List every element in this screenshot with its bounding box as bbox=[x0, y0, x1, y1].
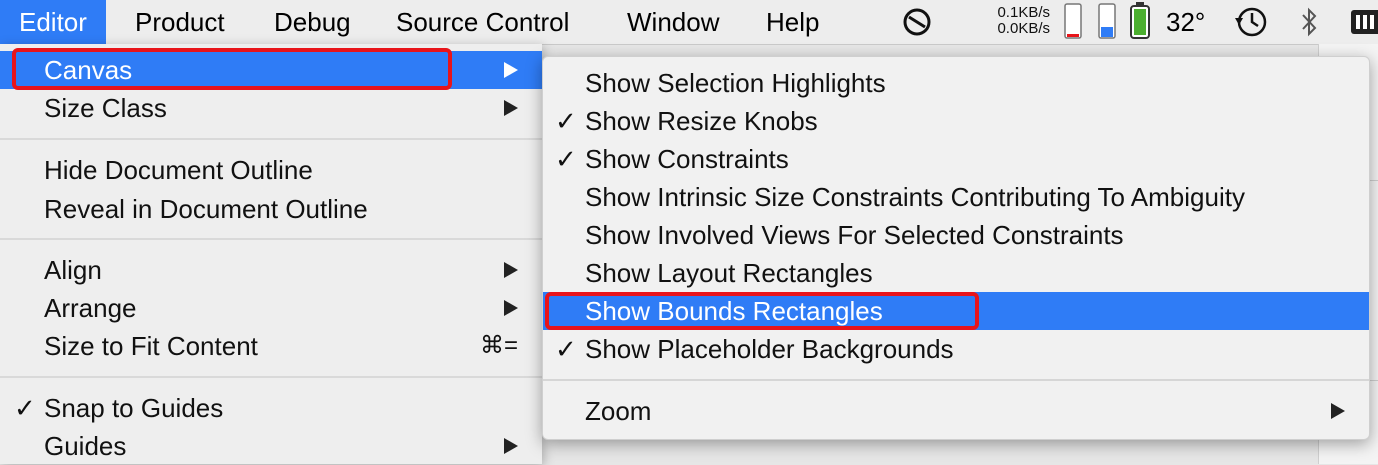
bluetooth-icon[interactable] bbox=[1294, 0, 1324, 44]
net-down-value: 0.0KB/s bbox=[997, 20, 1050, 37]
checkmark-icon: ✓ bbox=[555, 334, 577, 364]
menu-item-label: Show Placeholder Backgrounds bbox=[585, 334, 954, 364]
menu-item-label: Snap to Guides bbox=[44, 393, 224, 423]
menu-item-show-involved-views[interactable]: Show Involved Views For Selected Constra… bbox=[543, 216, 1369, 254]
menu-item-label: Show Resize Knobs bbox=[585, 106, 818, 136]
menu-item-show-constraints[interactable]: ✓ Show Constraints bbox=[543, 140, 1369, 178]
menubar-window[interactable]: Window bbox=[627, 0, 719, 44]
menu-item-label: Guides bbox=[44, 431, 127, 461]
canvas-submenu: Show Selection Highlights ✓ Show Resize … bbox=[542, 56, 1370, 440]
network-speed[interactable]: 0.1KB/s 0.0KB/s bbox=[978, 5, 1050, 37]
menu-item-size-class[interactable]: Size Class bbox=[0, 89, 542, 127]
menu-item-size-to-fit-content[interactable]: Size to Fit Content ⌘= bbox=[0, 327, 542, 365]
menubar-debug[interactable]: Debug bbox=[274, 0, 351, 44]
menu-separator bbox=[0, 376, 542, 378]
submenu-arrow-icon bbox=[504, 62, 518, 78]
shortcut-label: ⌘= bbox=[479, 332, 518, 359]
menu-item-label: Reveal in Document Outline bbox=[44, 194, 368, 224]
editor-menu: Canvas Size Class Hide Document Outline … bbox=[0, 44, 542, 464]
submenu-arrow-icon bbox=[1331, 403, 1345, 419]
submenu-arrow-icon bbox=[504, 438, 518, 454]
battery-icon[interactable] bbox=[1128, 0, 1152, 44]
menu-item-show-placeholder-backgrounds[interactable]: ✓ Show Placeholder Backgrounds bbox=[543, 330, 1369, 368]
time-machine-icon[interactable] bbox=[1232, 0, 1270, 44]
menu-item-label: Size Class bbox=[44, 93, 167, 123]
menu-item-show-resize-knobs[interactable]: ✓ Show Resize Knobs bbox=[543, 102, 1369, 140]
keyboard-icon[interactable] bbox=[1348, 0, 1378, 44]
submenu-arrow-icon bbox=[504, 300, 518, 316]
menu-item-show-intrinsic-size-constraints[interactable]: Show Intrinsic Size Constraints Contribu… bbox=[543, 178, 1369, 216]
menu-item-align[interactable]: Align bbox=[0, 251, 542, 289]
cpu-gauge-icon[interactable] bbox=[1096, 0, 1120, 44]
memory-gauge-icon[interactable] bbox=[1062, 0, 1086, 44]
menu-item-label: Show Layout Rectangles bbox=[585, 258, 873, 288]
menu-item-label: Size to Fit Content bbox=[44, 331, 258, 361]
menu-item-label: Show Involved Views For Selected Constra… bbox=[585, 220, 1124, 250]
menu-item-reveal-in-document-outline[interactable]: Reveal in Document Outline bbox=[0, 190, 542, 228]
menu-item-show-selection-highlights[interactable]: Show Selection Highlights bbox=[543, 64, 1369, 102]
temperature-readout[interactable]: 32° bbox=[1166, 0, 1205, 44]
menu-separator bbox=[0, 238, 542, 240]
menu-separator bbox=[543, 379, 1369, 381]
menu-item-hide-document-outline[interactable]: Hide Document Outline bbox=[0, 151, 542, 189]
menu-item-show-layout-rectangles[interactable]: Show Layout Rectangles bbox=[543, 254, 1369, 292]
menu-item-label: Align bbox=[44, 255, 102, 285]
submenu-arrow-icon bbox=[504, 100, 518, 116]
checkmark-icon: ✓ bbox=[555, 144, 577, 174]
menubar-editor[interactable]: Editor bbox=[0, 0, 106, 44]
menubar-help[interactable]: Help bbox=[766, 0, 819, 44]
menu-item-label: Show Selection Highlights bbox=[585, 68, 886, 98]
menu-item-label: Zoom bbox=[585, 396, 652, 426]
net-up-value: 0.1KB/s bbox=[997, 4, 1050, 21]
menu-item-snap-to-guides[interactable]: ✓ Snap to Guides bbox=[0, 389, 542, 427]
checkmark-icon: ✓ bbox=[14, 393, 36, 423]
annotation-highlight-canvas bbox=[12, 48, 452, 90]
menu-item-label: Show Intrinsic Size Constraints Contribu… bbox=[585, 182, 1245, 212]
menu-separator bbox=[0, 138, 542, 140]
menu-item-zoom[interactable]: Zoom bbox=[543, 392, 1369, 430]
checkmark-icon: ✓ bbox=[555, 106, 577, 136]
menu-item-label: Arrange bbox=[44, 293, 137, 323]
menu-bar: Editor Product Debug Source Control Wind… bbox=[0, 0, 1378, 45]
menu-item-arrange[interactable]: Arrange bbox=[0, 289, 542, 327]
menu-item-label: Hide Document Outline bbox=[44, 155, 313, 185]
do-not-disturb-icon[interactable] bbox=[900, 0, 934, 44]
menu-item-guides[interactable]: Guides bbox=[0, 427, 542, 465]
menu-item-label: Show Constraints bbox=[585, 144, 789, 174]
menubar-product[interactable]: Product bbox=[135, 0, 225, 44]
annotation-highlight-bounds bbox=[545, 292, 979, 330]
submenu-arrow-icon bbox=[504, 262, 518, 278]
menubar-source-control[interactable]: Source Control bbox=[396, 0, 569, 44]
